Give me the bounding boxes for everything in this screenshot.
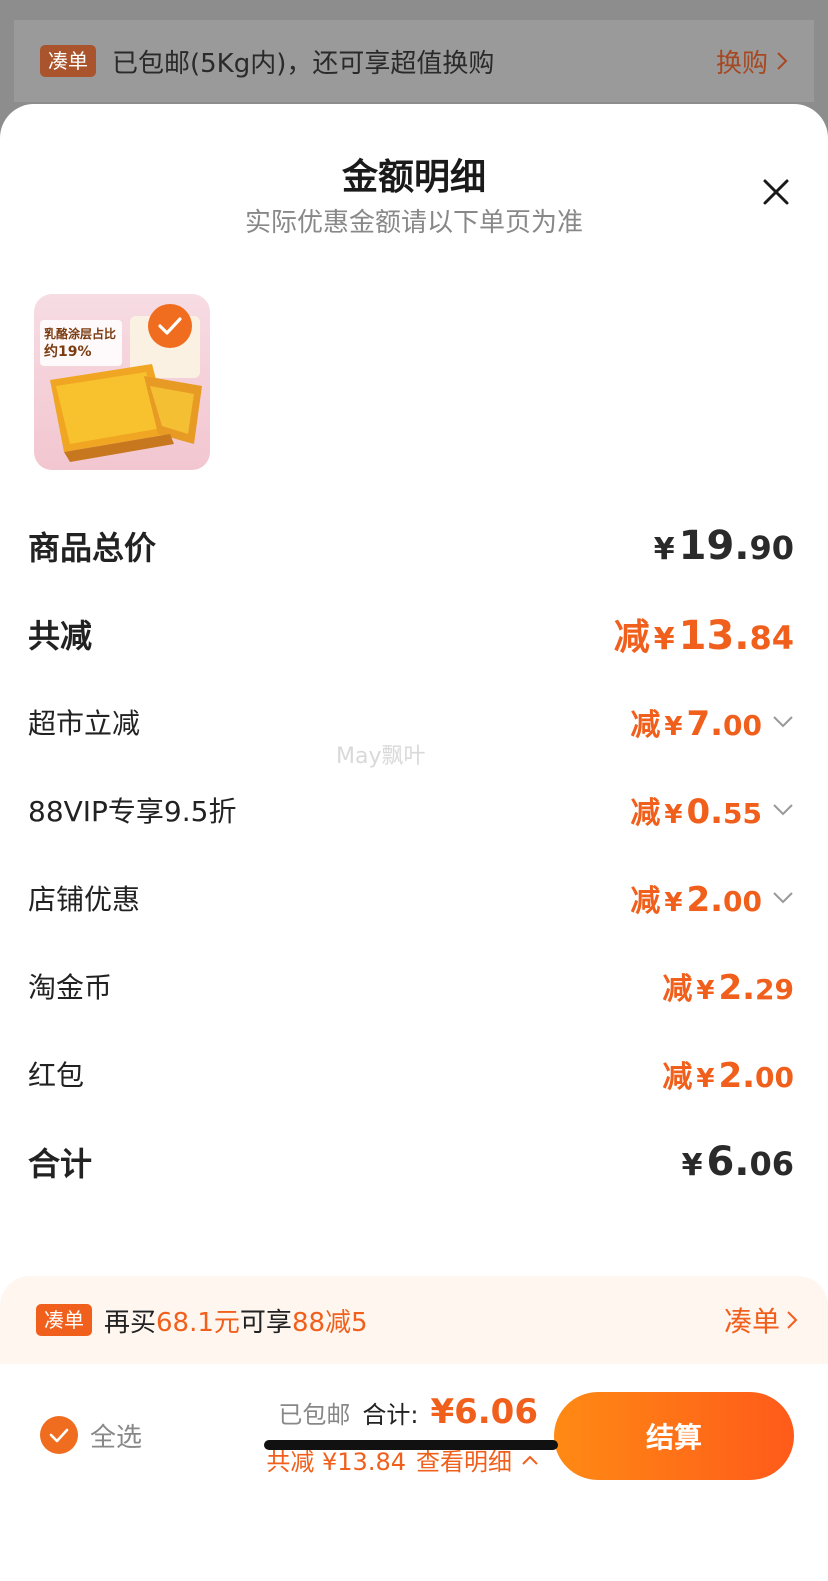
row-label: 超市立减 — [28, 707, 141, 740]
sheet-subtitle: 实际优惠金额请以下单页为准 — [244, 208, 583, 238]
row-red-packet: 红包 减 ¥ 2. 00 — [0, 1030, 828, 1118]
amount-int: 7. — [686, 704, 724, 744]
row-label: 商品总价 — [28, 529, 157, 567]
row-total-discount: 共减 减 ¥ 13. 84 — [0, 590, 828, 678]
row-amount: 减 ¥ 2. 00 — [662, 1052, 794, 1096]
select-all-toggle[interactable]: 全选 — [40, 1416, 142, 1454]
minus-prefix: 减 — [630, 708, 661, 743]
checkout-bar: 全选 已包邮 合计: ¥6.06 共减 ¥13.84 查看明细 结算 — [0, 1364, 828, 1581]
add-on-link[interactable]: 凑单 — [724, 1300, 798, 1340]
minus-prefix: 减 — [613, 617, 650, 658]
checkout-button[interactable]: 结算 — [554, 1392, 794, 1480]
sheet-title: 金额明细 — [341, 157, 486, 198]
amount-dec: 55 — [723, 797, 762, 830]
product-img-text1: 乳酪涂层占比 — [44, 326, 116, 341]
row-amount: 减 ¥ 13. 84 — [614, 608, 794, 660]
promo-tag: 凑单 — [36, 1304, 92, 1336]
amount-dec: 06 — [749, 1145, 794, 1183]
row-taojinbi: 淘金币 减 ¥ 2. 29 — [0, 942, 828, 1030]
promo-text-a: 再买 — [104, 1307, 157, 1338]
row-amount: 减 ¥ 2. 00 — [630, 876, 762, 920]
row-amount: ¥ 6. 06 — [682, 1139, 794, 1185]
row-amount: 减 ¥ 0. 55 — [630, 788, 762, 832]
total-value: ¥6.06 — [430, 1392, 538, 1432]
yen-sign: ¥ — [696, 976, 715, 1006]
yen-sign: ¥ — [664, 888, 683, 918]
top-promo-banner[interactable]: 凑单 已包邮(5Kg内)，还可享超值换购 换购 — [14, 20, 814, 102]
row-label: 店铺优惠 — [28, 883, 141, 916]
amount-dec: 90 — [749, 529, 794, 567]
row-supermarket-discount[interactable]: 超市立减 减 ¥ 7. 00 — [0, 678, 828, 766]
shipping-status: 已包邮 — [278, 1401, 351, 1429]
selected-check-icon[interactable] — [148, 304, 192, 348]
chevron-up-icon[interactable] — [522, 1455, 538, 1465]
chevron-right-icon — [787, 1311, 798, 1329]
banner-text: 已包邮(5Kg内)，还可享超值换购 — [112, 48, 495, 79]
yen-sign: ¥ — [653, 622, 675, 657]
yen-sign: ¥ — [681, 1148, 703, 1183]
amount-int: 2. — [718, 1056, 756, 1096]
minus-prefix: 减 — [630, 796, 661, 831]
close-icon[interactable] — [762, 178, 790, 206]
row-store-discount[interactable]: 店铺优惠 减 ¥ 2. 00 — [0, 854, 828, 942]
minus-prefix: 减 — [662, 972, 693, 1007]
banner-tag: 凑单 — [40, 45, 96, 77]
chevron-right-icon — [777, 52, 788, 70]
row-amount: ¥ 19. 90 — [654, 523, 794, 569]
amount-int: 19. — [678, 523, 750, 569]
total-label: 合计: — [362, 1401, 419, 1429]
amount-dec: 00 — [723, 885, 762, 918]
amount-int: 0. — [686, 792, 724, 832]
yen-sign: ¥ — [653, 532, 675, 567]
select-all-label: 全选 — [90, 1422, 143, 1453]
amount-int: 2. — [718, 968, 756, 1008]
total-summary: 已包邮 合计: ¥6.06 — [278, 1392, 538, 1432]
promo-amount: 68.1元 — [156, 1307, 240, 1338]
amount-int: 2. — [686, 880, 724, 920]
row-label: 淘金币 — [28, 971, 113, 1004]
row-label: 88VIP专享9.5折 — [28, 795, 237, 828]
promo-text-b: 可享 — [239, 1307, 292, 1338]
price-breakdown: 商品总价 ¥ 19. 90 共减 减 ¥ 13. 84 超市立减 减 ¥ 7. … — [0, 502, 828, 1206]
row-88vip-discount[interactable]: 88VIP专享9.5折 减 ¥ 0. 55 — [0, 766, 828, 854]
chevron-down-icon[interactable] — [772, 803, 794, 817]
yen-sign: ¥ — [696, 1064, 715, 1094]
amount-int: 13. — [678, 613, 750, 659]
row-subtotal: 商品总价 ¥ 19. 90 — [0, 502, 828, 590]
row-label: 合计 — [28, 1145, 93, 1183]
row-label: 共减 — [28, 617, 93, 655]
product-img-text2: 约19% — [44, 343, 92, 360]
promo-deal: 88减5 — [291, 1307, 368, 1338]
row-label: 红包 — [28, 1059, 85, 1092]
amount-dec: 00 — [723, 709, 762, 742]
chevron-down-icon[interactable] — [772, 891, 794, 905]
add-on-label: 凑单 — [723, 1305, 780, 1338]
minus-prefix: 减 — [630, 884, 661, 919]
amount-dec: 84 — [749, 619, 794, 657]
product-image[interactable]: 乳酪涂层占比 约19% — [34, 294, 210, 470]
amount-detail-sheet: 金额明细 实际优惠金额请以下单页为准 乳酪涂层占比 约19% 商品总价 ¥ 19… — [0, 104, 828, 1581]
amount-dec: 00 — [755, 1061, 794, 1094]
yen-sign: ¥ — [664, 712, 683, 742]
chevron-down-icon[interactable] — [772, 715, 794, 729]
check-circle-icon[interactable] — [40, 1416, 78, 1454]
yen-sign: ¥ — [664, 800, 683, 830]
amount-dec: 29 — [755, 973, 794, 1006]
amount-int: 6. — [706, 1139, 750, 1185]
row-amount: 减 ¥ 2. 29 — [662, 964, 794, 1008]
minus-prefix: 减 — [662, 1060, 693, 1095]
exchange-label: 换购 — [715, 48, 768, 79]
row-amount: 减 ¥ 7. 00 — [630, 700, 762, 744]
exchange-link[interactable]: 换购 — [716, 43, 788, 80]
home-indicator — [264, 1440, 558, 1450]
bundle-promo-bar[interactable]: 凑单 再买 68.1元 可享 88减5 凑单 — [0, 1276, 828, 1364]
row-grand-total: 合计 ¥ 6. 06 — [0, 1118, 828, 1206]
